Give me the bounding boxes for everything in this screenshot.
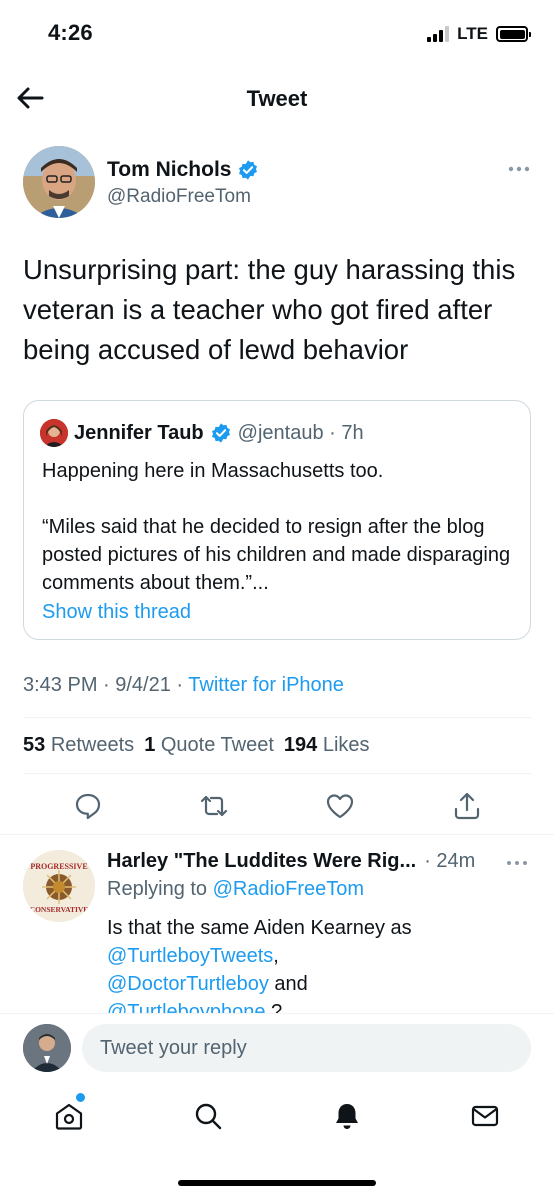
status-indicators: LTE <box>427 24 531 44</box>
search-icon[interactable] <box>192 1100 224 1132</box>
timestamp-text: 3:43 PM · 9/4/21 · <box>23 674 189 696</box>
reply-author-avatar[interactable]: PROGRESSIVE CONSERVATIVE <box>23 850 95 922</box>
author-name[interactable]: Tom Nichols <box>107 158 231 182</box>
more-dots-icon[interactable] <box>507 164 531 174</box>
replying-to-handle[interactable]: @RadioFreeTom <box>213 878 364 900</box>
tweet-stats: 53 Retweets 1 Quote Tweet 194 Likes <box>23 734 370 757</box>
more-dots-icon[interactable] <box>506 858 528 868</box>
messages-icon[interactable] <box>469 1100 501 1132</box>
nav-bar: Tweet <box>0 70 554 128</box>
quote-author-handle: @jentaub <box>237 421 324 444</box>
quote-text-excerpt: “Miles said that he decided to resign af… <box>42 516 511 594</box>
client-link[interactable]: Twitter for iPhone <box>188 674 344 696</box>
retweets-stat[interactable]: 53 Retweets <box>23 734 134 757</box>
divider <box>23 717 531 718</box>
reply-text: Is that the same Aiden Kearney as @Turtl… <box>107 914 524 1013</box>
reply-tweet[interactable]: PROGRESSIVE CONSERVATIVE Harley "The Lud… <box>0 848 554 1013</box>
quote-text-line: Happening here in Massachusetts too. <box>42 460 384 482</box>
show-thread-link[interactable]: Show this thread <box>42 601 191 624</box>
reply-time: · 24m <box>424 850 476 872</box>
author-handle[interactable]: @RadioFreeTom <box>107 186 251 208</box>
quote-text: Happening here in Massachusetts too. “Mi… <box>42 457 514 597</box>
verified-badge-icon <box>211 423 230 443</box>
retweet-icon[interactable] <box>198 790 230 822</box>
battery-icon <box>496 26 531 42</box>
tweet-timestamp: 3:43 PM · 9/4/21 · Twitter for iPhone <box>23 674 344 697</box>
quote-tweet-card[interactable]: Jennifer Taub @jentaub · 7h Happening he… <box>23 400 531 640</box>
signal-strength-icon <box>427 26 450 42</box>
tweet-actions <box>0 786 554 826</box>
bottom-tab-bar <box>0 1086 554 1156</box>
mention-link[interactable]: @DoctorTurtleboy <box>107 973 269 995</box>
reply-avatar-text-bottom: CONSERVATIVE <box>30 905 89 914</box>
user-avatar[interactable] <box>23 1024 71 1072</box>
reply-avatar-text-top: PROGRESSIVE <box>30 862 87 871</box>
new-content-dot <box>76 1093 85 1102</box>
verified-badge-icon <box>239 160 258 180</box>
tweet-author: Tom Nichols @RadioFreeTom <box>23 146 531 220</box>
reply-compose-bar <box>0 1013 554 1085</box>
author-avatar[interactable] <box>23 146 95 218</box>
like-icon[interactable] <box>324 790 356 822</box>
reply-author-name[interactable]: Harley "The Luddites Were Rig... <box>107 850 416 873</box>
page-title: Tweet <box>246 86 308 111</box>
home-icon[interactable] <box>53 1100 85 1132</box>
mention-link[interactable]: @TurtleboyTweets <box>107 945 273 967</box>
divider <box>23 773 531 774</box>
share-icon[interactable] <box>451 790 483 822</box>
home-indicator <box>178 1180 376 1186</box>
divider <box>0 834 554 835</box>
replying-to: Replying to @RadioFreeTom <box>107 878 365 900</box>
reply-input[interactable] <box>82 1024 531 1072</box>
quote-author-name: Jennifer Taub <box>74 421 204 444</box>
mention-link[interactable]: @Turtleboyphone <box>107 1001 266 1013</box>
quote-time: · 7h <box>323 421 364 444</box>
likes-stat[interactable]: 194 Likes <box>284 734 370 757</box>
notifications-icon[interactable] <box>331 1100 363 1132</box>
quote-author-avatar <box>40 419 68 447</box>
quote-tweets-stat[interactable]: 1 Quote Tweet <box>144 734 274 757</box>
status-time: 4:26 <box>48 20 93 45</box>
tweet-text: Unsurprising part: the guy harassing thi… <box>23 254 516 365</box>
status-bar: 4:26 LTE <box>0 0 554 70</box>
reply-icon[interactable] <box>72 790 104 822</box>
network-type: LTE <box>457 24 488 43</box>
